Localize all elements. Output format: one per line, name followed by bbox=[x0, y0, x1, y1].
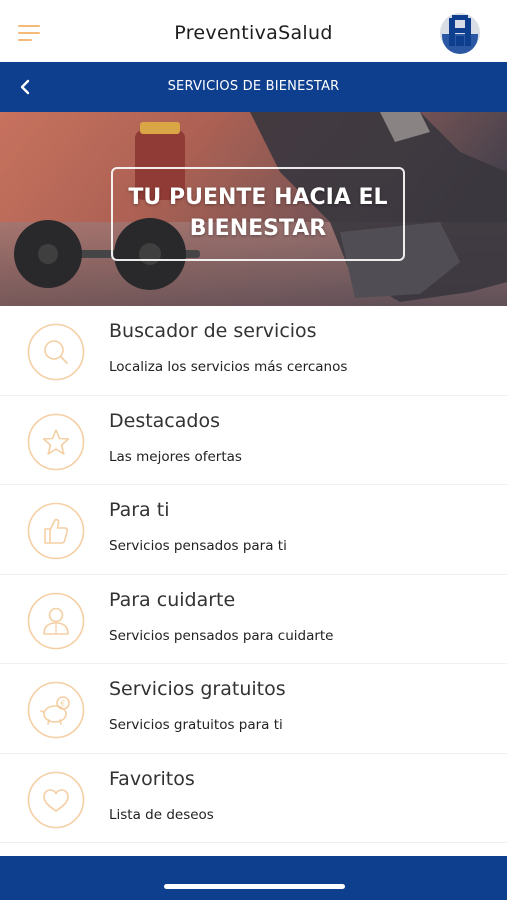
list-item-subtitle: Servicios pensados para ti bbox=[109, 538, 287, 554]
thumbs-up-icon bbox=[27, 502, 85, 560]
list-item-title: Destacados bbox=[109, 409, 220, 432]
app-title: PreventivaSalud bbox=[174, 22, 333, 44]
search-icon bbox=[27, 323, 85, 381]
list-item-buscador-servicios[interactable]: Buscador de servicios Localiza los servi… bbox=[0, 306, 507, 396]
section-navbar: SERVICIOS DE BIENESTAR bbox=[0, 62, 507, 112]
insurer-logo-icon bbox=[440, 13, 480, 54]
hero-headline: TU PUENTE HACIA EL BIENESTAR bbox=[128, 185, 388, 241]
list-item-subtitle: Las mejores ofertas bbox=[109, 448, 242, 465]
section-title: SERVICIOS DE BIENESTAR bbox=[167, 79, 340, 94]
list-item-subtitle: Servicios pensados para cuidarte bbox=[109, 627, 334, 644]
star-icon bbox=[27, 413, 85, 470]
list-item-subtitle: Servicios gratuitos para ti bbox=[109, 717, 283, 733]
list-item-para-cuidarte[interactable]: Para cuidarte Servicios pensados para cu… bbox=[0, 574, 507, 664]
app-header: PreventivaSalud bbox=[0, 0, 507, 62]
list-item-servicios-gratuitos[interactable]: € Servicios gratuitos Servicios gratuito… bbox=[0, 664, 507, 754]
list-item-subtitle: Lista de deseos bbox=[109, 806, 214, 823]
person-icon bbox=[27, 592, 85, 649]
list-item-title: Para cuidarte bbox=[109, 588, 236, 611]
hero-banner: TU PUENTE HACIA EL BIENESTAR bbox=[0, 112, 507, 306]
list-item-title: Servicios gratuitos bbox=[109, 678, 286, 700]
bottom-bar bbox=[0, 856, 507, 900]
list-item-title: Para ti bbox=[109, 499, 170, 521]
home-indicator[interactable] bbox=[164, 884, 345, 889]
list-item-title: Favoritos bbox=[109, 767, 195, 790]
list-item-destacados[interactable]: Destacados Las mejores ofertas bbox=[0, 395, 507, 485]
piggy-bank-icon: € bbox=[27, 681, 85, 739]
list-item-subtitle: Localiza los servicios más cercanos bbox=[109, 359, 348, 375]
list-item-title: Buscador de servicios bbox=[109, 320, 317, 342]
list-item-para-ti[interactable]: Para ti Servicios pensados para ti bbox=[0, 485, 507, 575]
heart-icon bbox=[27, 771, 85, 828]
svg-text:€: € bbox=[60, 699, 65, 708]
list-item-favoritos[interactable]: Favoritos Lista de deseos bbox=[0, 753, 507, 843]
services-list: Buscador de servicios Localiza los servi… bbox=[0, 306, 507, 843]
